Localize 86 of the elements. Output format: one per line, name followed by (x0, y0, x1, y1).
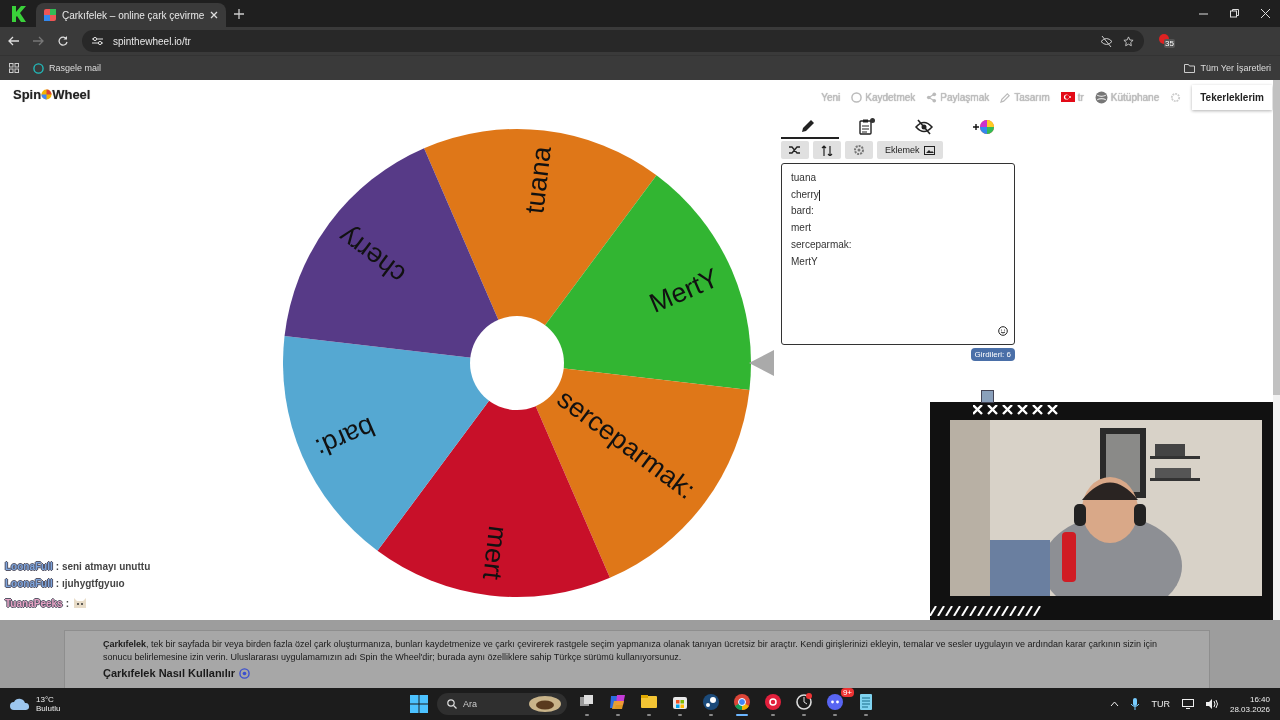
entry-text: tuana (791, 171, 817, 185)
chat-app-icon[interactable] (825, 692, 845, 712)
my-wheels-button[interactable]: Tekerleklerim (1192, 84, 1272, 110)
entry-text: cherry (791, 187, 819, 202)
search-icon (447, 699, 457, 709)
pencil-icon (1000, 91, 1012, 103)
apps-grid-icon[interactable] (9, 63, 19, 73)
microphone-icon[interactable] (1131, 698, 1140, 710)
browser-icon[interactable] (732, 692, 752, 712)
clock-time[interactable]: 16:40 (1249, 694, 1270, 704)
eye-slash-icon (915, 118, 933, 135)
weather-text: Bulutlu (36, 704, 61, 713)
folder-icon (1184, 63, 1196, 73)
entry-text: mert (791, 221, 811, 236)
scrollbar-thumb[interactable] (1273, 80, 1280, 395)
add-color-icon (973, 119, 994, 134)
tab-title: Çarkıfelek – online çark çevirme (62, 9, 205, 21)
shuffle-icon (789, 145, 801, 155)
entry-text: bard: (791, 204, 814, 219)
cat-emote-icon (71, 595, 88, 611)
browser-tab[interactable]: Çarkıfelek – online çark çevirme (36, 3, 227, 27)
sort-icon (821, 144, 833, 156)
add-image-button[interactable]: Eklemek (877, 141, 943, 159)
share-icon (926, 91, 938, 103)
clipboard-icon (859, 117, 875, 135)
wheel-favicon-icon (44, 9, 56, 21)
forward-icon[interactable] (33, 36, 44, 46)
eye-slash-icon[interactable] (1100, 35, 1113, 47)
sort-button[interactable] (813, 141, 841, 159)
entry-text: MertY (791, 254, 818, 269)
mail-icon (33, 62, 44, 74)
close-icon[interactable] (1261, 9, 1270, 18)
chat-username: LoonaFull (5, 578, 53, 589)
bookmark-link[interactable]: Rasgele mail (33, 62, 102, 74)
site-settings-icon (92, 36, 103, 46)
chevron-up-icon[interactable] (1110, 701, 1120, 707)
close-button[interactable] (981, 390, 994, 403)
all-bookmarks-link[interactable]: Tüm Yer İşaretleri (1184, 63, 1271, 73)
image-icon (923, 145, 935, 155)
new-tab-icon[interactable] (234, 8, 245, 19)
chat-username: LoonaFull (5, 561, 53, 572)
temperature-text: 13°C (36, 695, 55, 704)
logo-text: Spin (13, 87, 42, 102)
clock-date[interactable]: 28.03.2026 (1229, 704, 1270, 714)
music-icon[interactable] (763, 692, 783, 712)
entry-count-badge: Girdileri: 6 (970, 348, 1015, 361)
segment-label: MertY (645, 262, 724, 319)
logo-text: Wheel (52, 87, 91, 102)
globe-icon (1094, 90, 1108, 104)
pointer-icon (749, 350, 774, 376)
save-icon (851, 91, 863, 103)
flag-icon (1060, 92, 1075, 102)
about-paragraph: Çarkıfelek, tek bir sayfada bir veya birden fazla özel çark oluşturmanıza, bunları kaydetmenize ve çarkı çevirerek rastgele seçim yapmanıza olanak tanıyan ücretsiz bir araçtır. Kendi girişlerinizi ekleyin, temalar ve sesler uygulayın ve ardından karar çarkının sizin için sonucu belirlemesine izin verin. Uluslararası uygulamamızın adı Spin the Wheel'dir; burada aynı özelliklere sahip Türkçe sürümü kullanıyorsunuz. (103, 638, 1158, 664)
speaker-icon[interactable] (1205, 699, 1218, 709)
shuffle-button[interactable] (781, 141, 809, 159)
extension-badge: 35 (1164, 39, 1175, 48)
notification-badge: 9+ (840, 688, 854, 697)
settings-button[interactable] (845, 141, 873, 159)
segment-label: tuana (519, 144, 557, 216)
star-icon[interactable] (1123, 35, 1134, 47)
segment-label: mert (477, 524, 514, 582)
search-field[interactable]: Ara (437, 693, 567, 715)
restore-icon[interactable] (1230, 9, 1239, 18)
start-icon[interactable] (410, 695, 428, 713)
chat-message: : seni atmayı unuttu (55, 561, 151, 572)
chat-username: TuanaPeeks (5, 597, 63, 609)
entries-field[interactable]: tuana cherry bard: mert serceparmak: MertY (781, 163, 1015, 345)
segment-label: bard: (310, 411, 380, 464)
chat-message: : (65, 597, 69, 609)
monitor-icon[interactable] (1181, 699, 1194, 709)
emoji-icon[interactable] (998, 326, 1008, 336)
search-highlight-icon (529, 696, 561, 712)
gear-icon (853, 144, 865, 156)
url-text: spinthewheel.io/tr (113, 35, 192, 47)
pencil-icon (802, 120, 814, 132)
back-icon[interactable] (8, 36, 19, 46)
language-indicator[interactable]: TUR (1151, 699, 1170, 709)
chat-message: : ıjuhygtfgyuıo (55, 578, 125, 589)
section-heading: Çarkıfelek Nasıl Kullanılır (103, 667, 236, 679)
entry-text: serceparmak: (791, 237, 852, 252)
reload-icon[interactable] (58, 36, 68, 46)
address-bar[interactable]: spinthewheel.io/tr (82, 30, 1144, 52)
clock-icon[interactable] (794, 692, 814, 712)
wheel-logo-icon (41, 89, 53, 100)
cloud-icon (10, 697, 30, 711)
close-icon[interactable] (210, 11, 219, 19)
